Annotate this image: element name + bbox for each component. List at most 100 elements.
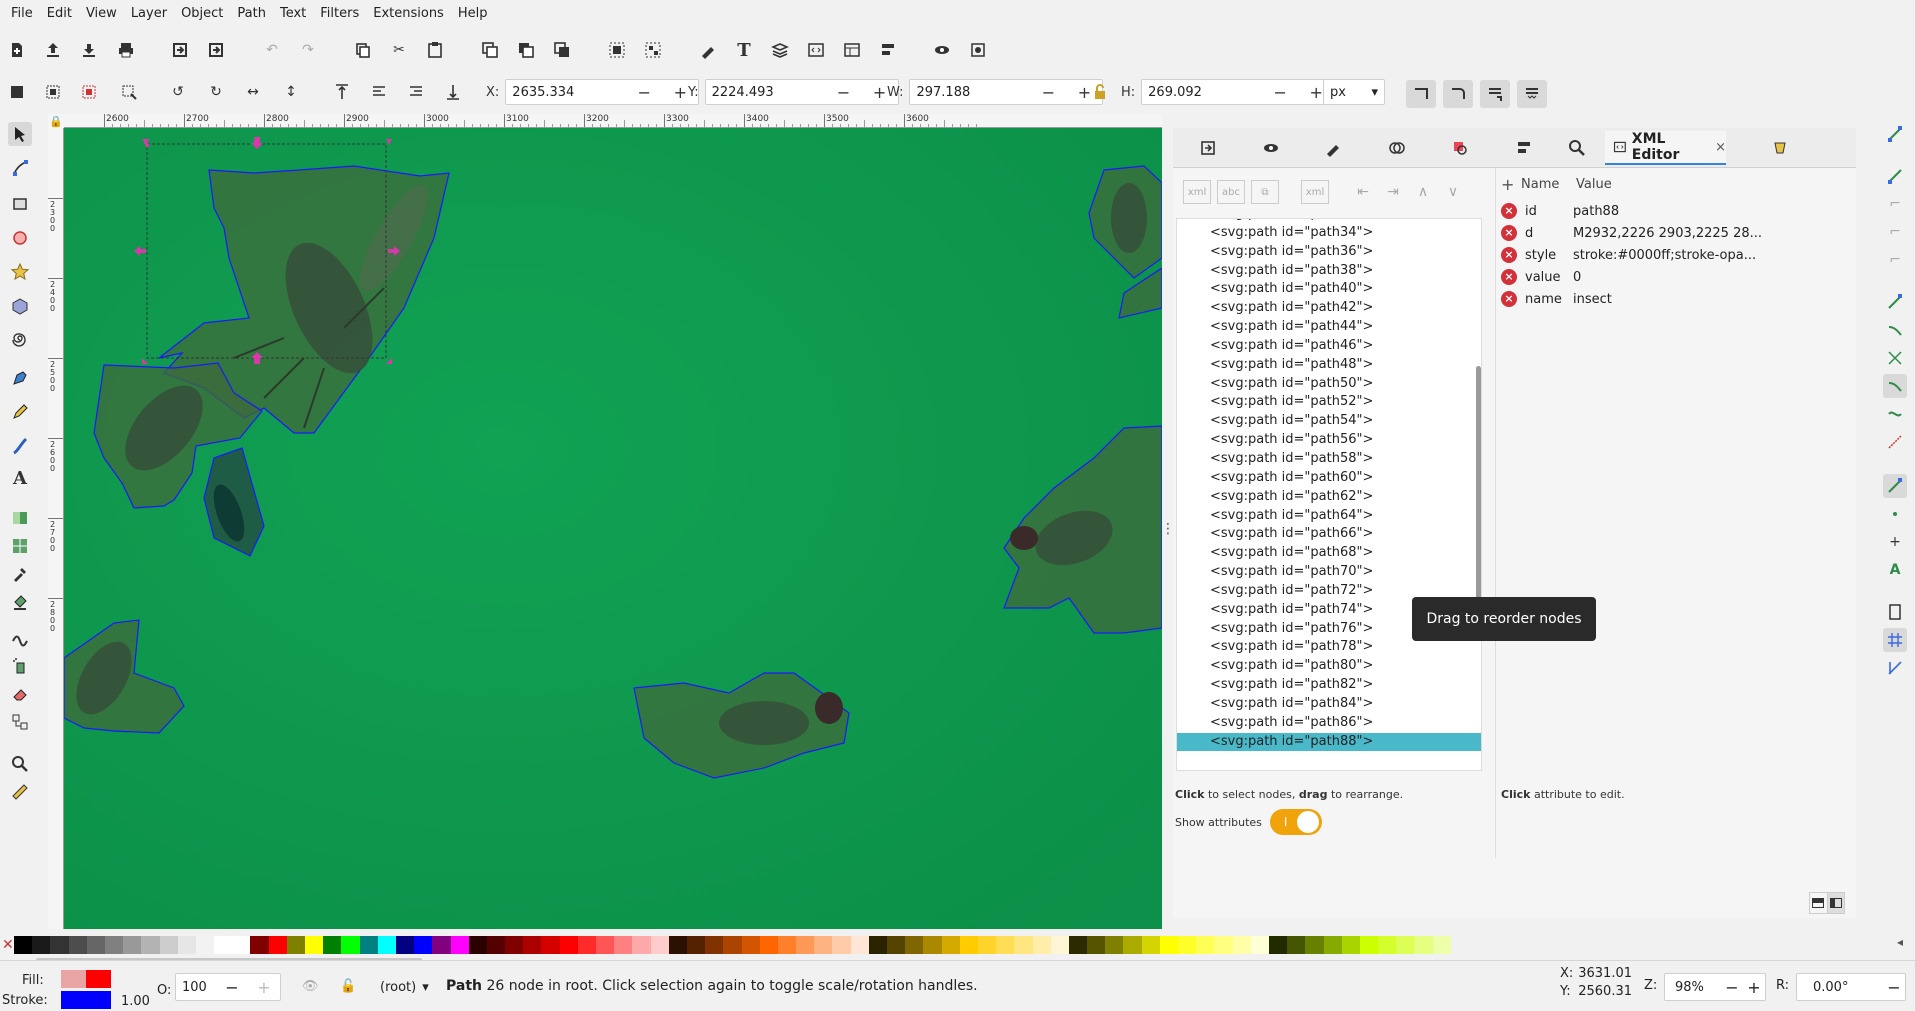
xml-node[interactable]: <svg:path id="path56"> xyxy=(1177,431,1481,450)
delete-attribute-icon[interactable]: × xyxy=(1501,247,1517,263)
color-swatch[interactable] xyxy=(814,936,833,954)
color-swatch[interactable] xyxy=(14,936,33,954)
fill-stroke-icon[interactable] xyxy=(696,38,720,62)
opacity-increment-button[interactable]: + xyxy=(248,978,280,997)
show-attributes-toggle[interactable]: I xyxy=(1269,809,1322,835)
xml-node[interactable]: <svg:path id="path82"> xyxy=(1177,676,1481,695)
rotate-cw-icon[interactable]: ↻ xyxy=(204,80,228,104)
tab-align-icon[interactable] xyxy=(1509,133,1539,163)
layout-horizontal-icon[interactable] xyxy=(1810,893,1828,913)
snap-grids-icon[interactable] xyxy=(1883,628,1907,652)
color-swatch[interactable] xyxy=(614,936,633,954)
paint-bucket-tool-icon[interactable] xyxy=(8,590,32,614)
color-palette[interactable]: ✕ ◂ xyxy=(0,933,1915,957)
color-swatch[interactable] xyxy=(1432,936,1451,954)
color-swatch[interactable] xyxy=(923,936,942,954)
new-document-icon[interactable] xyxy=(5,38,29,62)
move-gradients-toggle-icon[interactable] xyxy=(1480,80,1510,108)
color-swatch[interactable] xyxy=(796,936,815,954)
opacity-decrement-button[interactable]: − xyxy=(216,978,248,997)
snap-object-midpoints-icon[interactable] xyxy=(1883,502,1907,526)
color-swatch[interactable] xyxy=(541,936,560,954)
group-icon[interactable] xyxy=(605,38,629,62)
color-swatch[interactable] xyxy=(650,936,669,954)
menu-extensions[interactable]: Extensions xyxy=(366,0,451,28)
x-input[interactable]: 2635.334− + xyxy=(505,79,700,105)
unlink-clone-icon[interactable] xyxy=(550,38,574,62)
color-swatch[interactable] xyxy=(1196,936,1215,954)
gradient-tool-icon[interactable] xyxy=(8,506,32,530)
attribute-row[interactable]: × d M2932,2226 2903,2225 28... xyxy=(1501,222,1851,244)
color-swatch[interactable] xyxy=(432,936,451,954)
xml-node[interactable]: <svg:path id="path60"> xyxy=(1177,469,1481,488)
select-all-layers-icon[interactable] xyxy=(41,80,65,104)
xml-node[interactable]: <svg:path id="path68"> xyxy=(1177,544,1481,563)
xml-node[interactable]: <svg:path id="path52"> xyxy=(1177,393,1481,412)
snap-bbox-icon[interactable] xyxy=(1883,164,1907,188)
color-swatch[interactable] xyxy=(596,936,615,954)
snap-page-border-icon[interactable] xyxy=(1883,600,1907,624)
color-swatch[interactable] xyxy=(1050,936,1069,954)
connector-tool-icon[interactable] xyxy=(8,710,32,734)
preferences-eye-icon[interactable] xyxy=(930,38,954,62)
duplicate-node-icon[interactable]: ⧉ xyxy=(1251,180,1279,204)
indent-node-icon[interactable]: ⇥ xyxy=(1381,180,1405,204)
snap-smooth-nodes-icon[interactable] xyxy=(1883,402,1907,426)
fill-swatch[interactable] xyxy=(61,970,111,988)
attribute-row[interactable]: × value 0 xyxy=(1501,266,1851,288)
stroke-width-value[interactable]: 1.00 xyxy=(121,994,150,1009)
xml-node[interactable]: <svg:path id="path38"> xyxy=(1177,262,1481,281)
cut-icon[interactable]: ✂ xyxy=(387,38,411,62)
layout-vertical-icon[interactable] xyxy=(1827,893,1844,913)
layout-toggle[interactable] xyxy=(1809,892,1845,914)
menu-filters[interactable]: Filters xyxy=(313,0,366,28)
color-swatch[interactable] xyxy=(1123,936,1142,954)
3d-box-tool-icon[interactable] xyxy=(8,294,32,318)
color-swatch[interactable] xyxy=(977,936,997,954)
tab-symbols-icon[interactable] xyxy=(1382,133,1412,163)
save-icon[interactable] xyxy=(77,38,101,62)
zoom-input[interactable]: 98% − + xyxy=(1664,973,1766,1001)
attribute-value[interactable]: 0 xyxy=(1573,270,1851,285)
open-icon[interactable] xyxy=(41,38,65,62)
color-swatch[interactable] xyxy=(1268,936,1288,954)
spray-tool-icon[interactable] xyxy=(8,654,32,678)
star-tool-icon[interactable] xyxy=(8,260,32,284)
panel-splitter[interactable]: ⋮ xyxy=(1161,128,1175,929)
w-decrement-button[interactable]: − xyxy=(1030,83,1066,102)
color-swatch[interactable] xyxy=(941,936,960,954)
ellipse-tool-icon[interactable] xyxy=(8,226,32,250)
x-decrement-button[interactable]: − xyxy=(626,83,662,102)
rotation-input[interactable]: 0.00° − xyxy=(1796,973,1906,1001)
color-swatch[interactable] xyxy=(632,936,651,954)
horizontal-ruler[interactable]: 2600 2700 2800 2900 3000 3100 3200 3300 3400 3500… xyxy=(64,114,1162,128)
undo-icon[interactable]: ↶ xyxy=(260,38,284,62)
delete-node-icon[interactable]: xml xyxy=(1301,180,1329,204)
color-swatch[interactable] xyxy=(996,936,1015,954)
color-swatch[interactable] xyxy=(323,936,342,954)
color-swatch[interactable] xyxy=(1414,936,1433,954)
eraser-tool-icon[interactable] xyxy=(8,682,32,706)
snap-toggle-icon[interactable] xyxy=(1883,122,1907,146)
attribute-value[interactable]: path88 xyxy=(1573,204,1851,219)
measure-tool-icon[interactable] xyxy=(8,780,32,804)
ungroup-icon[interactable] xyxy=(641,38,665,62)
lock-proportions-icon[interactable] xyxy=(1088,80,1112,104)
menu-help[interactable]: Help xyxy=(451,0,495,28)
print-icon[interactable] xyxy=(114,38,138,62)
vertical-ruler[interactable]: 2300 2400 2500 2600 2700 2800 xyxy=(48,128,64,929)
color-swatch[interactable] xyxy=(505,936,524,954)
tab-fill-stroke-icon[interactable] xyxy=(1318,133,1348,163)
rotate-ccw-icon[interactable]: ↺ xyxy=(166,80,190,104)
raise-to-top-icon[interactable] xyxy=(330,80,354,104)
menu-path[interactable]: Path xyxy=(230,0,273,28)
color-swatch[interactable] xyxy=(1141,936,1160,954)
color-swatch[interactable] xyxy=(777,936,797,954)
xml-node[interactable]: <svg:path id="path62"> xyxy=(1177,488,1481,507)
color-swatch[interactable] xyxy=(341,936,360,954)
color-swatch[interactable] xyxy=(1341,936,1360,954)
snap-rotation-center-icon[interactable]: + xyxy=(1883,530,1907,554)
color-swatch[interactable] xyxy=(959,936,978,954)
canvas[interactable] xyxy=(64,128,1162,929)
xml-node[interactable]: <svg:path id="path44"> xyxy=(1177,318,1481,337)
